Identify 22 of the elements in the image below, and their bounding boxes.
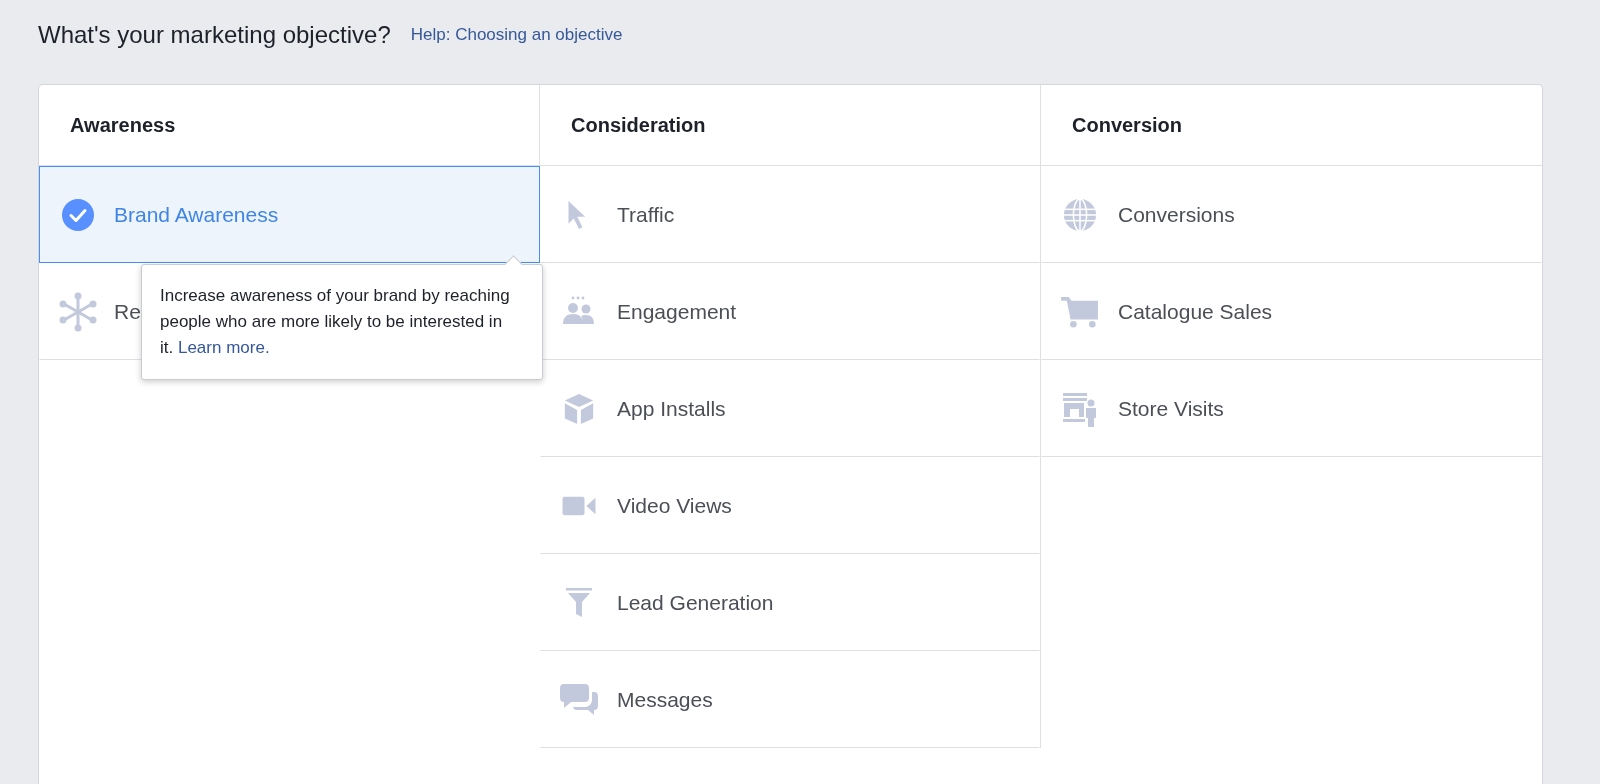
store-person-icon [1062,390,1098,427]
objective-option[interactable]: Lead Generation [540,554,1040,651]
tooltip-text: Increase awareness of your brand by reaching people who are more likely to be interested in it. Learn more. [160,285,511,359]
help-link[interactable]: Help: Choosing an objective [410,25,623,45]
objective-option[interactable]: Messages [540,651,1040,748]
network-icon [58,291,98,332]
checkmark-icon [62,198,94,231]
video-camera-icon [561,494,597,517]
objective-option[interactable]: Traffic [540,166,1040,263]
column-header: Consideration [540,85,1041,166]
objective-option[interactable]: Store Visits [1041,360,1542,457]
objective-option[interactable]: Catalogue Sales [1041,263,1542,360]
learn-more-link[interactable]: Learn more. [177,338,270,357]
objective-option[interactable]: Conversions [1041,166,1542,263]
objective-option[interactable]: Video Views [540,457,1040,554]
chat-bubbles-icon [559,681,599,718]
column-header: Conversion [1041,85,1542,166]
funnel-icon [565,586,593,619]
shopping-cart-icon [1061,294,1099,329]
globe-icon [1063,197,1097,232]
page-title: What's your marketing objective? [38,21,391,49]
objective-option[interactable]: App Installs [540,360,1040,457]
